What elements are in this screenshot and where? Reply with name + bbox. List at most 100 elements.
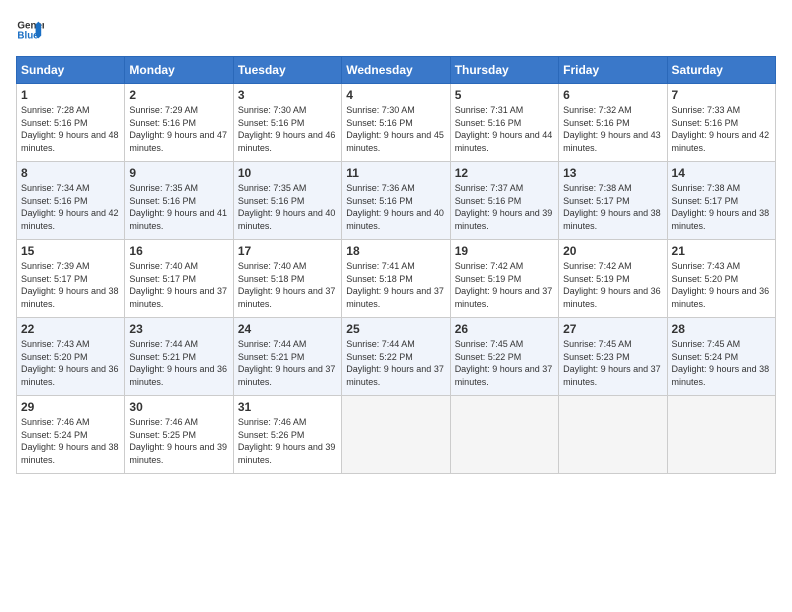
day-cell: 2 Sunrise: 7:29 AMSunset: 5:16 PMDaylight… [125, 84, 233, 162]
day-cell: 6 Sunrise: 7:32 AMSunset: 5:16 PMDaylight… [559, 84, 667, 162]
day-number: 18 [346, 244, 445, 258]
day-info: Sunrise: 7:42 AMSunset: 5:19 PMDaylight:… [455, 260, 554, 310]
day-number: 7 [672, 88, 771, 102]
day-cell: 11Sunrise: 7:36 AMSunset: 5:16 PMDayligh… [342, 162, 450, 240]
col-header-saturday: Saturday [667, 57, 775, 84]
day-number: 23 [129, 322, 228, 336]
day-number: 21 [672, 244, 771, 258]
day-cell: 5 Sunrise: 7:31 AMSunset: 5:16 PMDaylight… [450, 84, 558, 162]
day-info: Sunrise: 7:30 AMSunset: 5:16 PMDaylight:… [238, 104, 337, 154]
day-cell: 24 Sunrise: 7:44 AMSunset: 5:21 PMDayligh… [233, 318, 341, 396]
day-number: 28 [672, 322, 771, 336]
day-cell [450, 396, 558, 474]
day-number: 6 [563, 88, 662, 102]
day-number: 2 [129, 88, 228, 102]
day-info: Sunrise: 7:44 AMSunset: 5:22 PMDaylight:… [346, 338, 445, 388]
col-header-friday: Friday [559, 57, 667, 84]
day-info: Sunrise: 7:39 AMSunset: 5:17 PMDaylight:… [21, 260, 120, 310]
day-cell: 28 Sunrise: 7:45 AMSunset: 5:24 PMDayligh… [667, 318, 775, 396]
day-number: 16 [129, 244, 228, 258]
day-cell: 16 Sunrise: 7:40 AMSunset: 5:17 PMDayligh… [125, 240, 233, 318]
day-cell: 25 Sunrise: 7:44 AMSunset: 5:22 PMDayligh… [342, 318, 450, 396]
day-number: 12 [455, 166, 554, 180]
col-header-tuesday: Tuesday [233, 57, 341, 84]
logo: General Blue [16, 16, 44, 44]
day-info: Sunrise: 7:45 AMSunset: 5:22 PMDaylight:… [455, 338, 554, 388]
day-number: 31 [238, 400, 337, 414]
day-info: Sunrise: 7:35 AMSunset: 5:16 PMDaylight:… [129, 182, 228, 232]
week-row-5: 29 Sunrise: 7:46 AMSunset: 5:24 PMDayligh… [17, 396, 776, 474]
day-info: Sunrise: 7:45 AMSunset: 5:23 PMDaylight:… [563, 338, 662, 388]
week-row-4: 22 Sunrise: 7:43 AMSunset: 5:20 PMDayligh… [17, 318, 776, 396]
day-cell: 7 Sunrise: 7:33 AMSunset: 5:16 PMDaylight… [667, 84, 775, 162]
day-info: Sunrise: 7:33 AMSunset: 5:16 PMDaylight:… [672, 104, 771, 154]
week-row-2: 8 Sunrise: 7:34 AMSunset: 5:16 PMDaylight… [17, 162, 776, 240]
day-info: Sunrise: 7:30 AMSunset: 5:16 PMDaylight:… [346, 104, 445, 154]
day-cell: 15 Sunrise: 7:39 AMSunset: 5:17 PMDayligh… [17, 240, 125, 318]
col-header-thursday: Thursday [450, 57, 558, 84]
day-cell: 31 Sunrise: 7:46 AMSunset: 5:26 PMDayligh… [233, 396, 341, 474]
day-number: 29 [21, 400, 120, 414]
day-number: 11 [346, 166, 445, 180]
col-header-wednesday: Wednesday [342, 57, 450, 84]
day-info: Sunrise: 7:41 AMSunset: 5:18 PMDaylight:… [346, 260, 445, 310]
day-info: Sunrise: 7:38 AMSunset: 5:17 PMDaylight:… [672, 182, 771, 232]
day-number: 10 [238, 166, 337, 180]
day-number: 22 [21, 322, 120, 336]
header: General Blue [16, 16, 776, 44]
day-number: 14 [672, 166, 771, 180]
day-info: Sunrise: 7:46 AMSunset: 5:25 PMDaylight:… [129, 416, 228, 466]
day-number: 8 [21, 166, 120, 180]
day-info: Sunrise: 7:43 AMSunset: 5:20 PMDaylight:… [672, 260, 771, 310]
day-number: 20 [563, 244, 662, 258]
day-info: Sunrise: 7:32 AMSunset: 5:16 PMDaylight:… [563, 104, 662, 154]
logo-icon: General Blue [16, 16, 44, 44]
day-number: 5 [455, 88, 554, 102]
day-info: Sunrise: 7:40 AMSunset: 5:17 PMDaylight:… [129, 260, 228, 310]
day-cell: 12Sunrise: 7:37 AMSunset: 5:16 PMDayligh… [450, 162, 558, 240]
header-row: SundayMondayTuesdayWednesdayThursdayFrid… [17, 57, 776, 84]
day-number: 26 [455, 322, 554, 336]
day-cell: 26 Sunrise: 7:45 AMSunset: 5:22 PMDayligh… [450, 318, 558, 396]
day-info: Sunrise: 7:38 AMSunset: 5:17 PMDaylight:… [563, 182, 662, 232]
day-cell: 8 Sunrise: 7:34 AMSunset: 5:16 PMDaylight… [17, 162, 125, 240]
day-number: 3 [238, 88, 337, 102]
page-container: General Blue SundayMondayTuesdayWednesda… [0, 0, 792, 482]
day-info: Sunrise: 7:42 AMSunset: 5:19 PMDaylight:… [563, 260, 662, 310]
week-row-3: 15 Sunrise: 7:39 AMSunset: 5:17 PMDayligh… [17, 240, 776, 318]
day-cell: 18 Sunrise: 7:41 AMSunset: 5:18 PMDayligh… [342, 240, 450, 318]
day-cell: 30 Sunrise: 7:46 AMSunset: 5:25 PMDayligh… [125, 396, 233, 474]
day-info: Sunrise: 7:46 AMSunset: 5:24 PMDaylight:… [21, 416, 120, 466]
week-row-1: 1Sunrise: 7:28 AMSunset: 5:16 PMDaylight… [17, 84, 776, 162]
day-info: Sunrise: 7:44 AMSunset: 5:21 PMDaylight:… [238, 338, 337, 388]
day-cell: 14 Sunrise: 7:38 AMSunset: 5:17 PMDayligh… [667, 162, 775, 240]
day-cell: 3 Sunrise: 7:30 AMSunset: 5:16 PMDaylight… [233, 84, 341, 162]
day-cell: 27 Sunrise: 7:45 AMSunset: 5:23 PMDayligh… [559, 318, 667, 396]
day-info: Sunrise: 7:46 AMSunset: 5:26 PMDaylight:… [238, 416, 337, 466]
day-info: Sunrise: 7:40 AMSunset: 5:18 PMDaylight:… [238, 260, 337, 310]
day-cell: 21 Sunrise: 7:43 AMSunset: 5:20 PMDayligh… [667, 240, 775, 318]
day-number: 17 [238, 244, 337, 258]
day-number: 4 [346, 88, 445, 102]
day-cell: 4 Sunrise: 7:30 AMSunset: 5:16 PMDaylight… [342, 84, 450, 162]
day-cell: 20 Sunrise: 7:42 AMSunset: 5:19 PMDayligh… [559, 240, 667, 318]
day-info: Sunrise: 7:45 AMSunset: 5:24 PMDaylight:… [672, 338, 771, 388]
day-info: Sunrise: 7:35 AMSunset: 5:16 PMDaylight:… [238, 182, 337, 232]
day-number: 15 [21, 244, 120, 258]
calendar-table: SundayMondayTuesdayWednesdayThursdayFrid… [16, 56, 776, 474]
day-number: 30 [129, 400, 228, 414]
day-number: 24 [238, 322, 337, 336]
day-number: 25 [346, 322, 445, 336]
day-number: 27 [563, 322, 662, 336]
day-cell: 9Sunrise: 7:35 AMSunset: 5:16 PMDaylight… [125, 162, 233, 240]
day-cell: 1Sunrise: 7:28 AMSunset: 5:16 PMDaylight… [17, 84, 125, 162]
day-cell: 22 Sunrise: 7:43 AMSunset: 5:20 PMDayligh… [17, 318, 125, 396]
day-info: Sunrise: 7:43 AMSunset: 5:20 PMDaylight:… [21, 338, 120, 388]
day-number: 13 [563, 166, 662, 180]
day-cell [559, 396, 667, 474]
day-info: Sunrise: 7:31 AMSunset: 5:16 PMDaylight:… [455, 104, 554, 154]
day-cell: 29 Sunrise: 7:46 AMSunset: 5:24 PMDayligh… [17, 396, 125, 474]
day-cell: 17 Sunrise: 7:40 AMSunset: 5:18 PMDayligh… [233, 240, 341, 318]
day-info: Sunrise: 7:29 AMSunset: 5:16 PMDaylight:… [129, 104, 228, 154]
day-info: Sunrise: 7:34 AMSunset: 5:16 PMDaylight:… [21, 182, 120, 232]
